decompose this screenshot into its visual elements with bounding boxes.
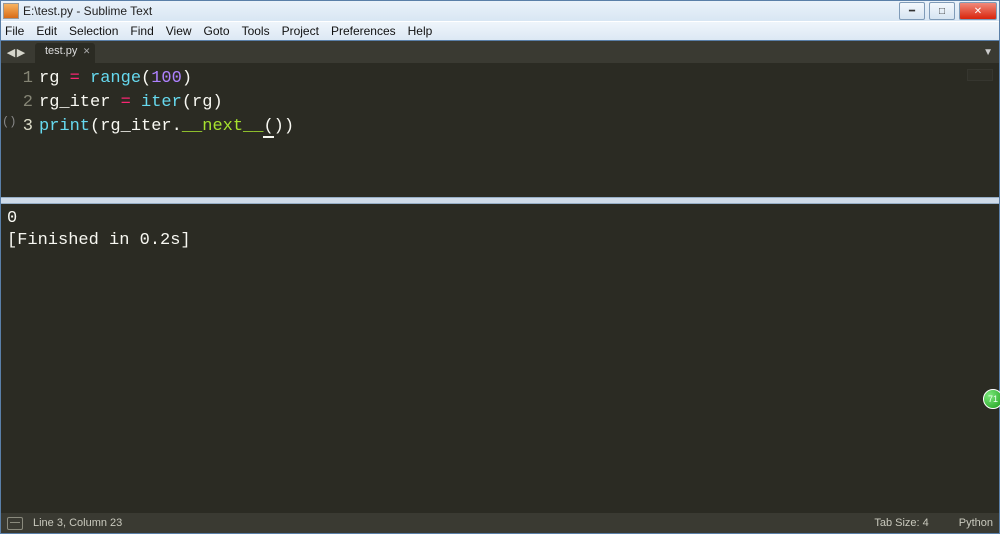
line-number: 2	[1, 91, 39, 115]
tab-close-icon[interactable]: ✕	[83, 46, 91, 57]
tab-testpy[interactable]: test.py ✕	[35, 43, 95, 63]
app-icon	[3, 3, 19, 19]
pane-splitter[interactable]	[1, 197, 999, 204]
token: (	[90, 117, 100, 136]
token: =	[70, 69, 80, 88]
editor-frame: ◀ ▶ test.py ✕ ▼ () 1 2 3 rg = range(100)…	[1, 40, 999, 533]
code-text[interactable]: rg = range(100) rg_iter = iter(rg) print…	[39, 63, 963, 197]
build-output[interactable]: 0 [Finished in 0.2s]	[1, 204, 999, 513]
minimize-button[interactable]: ━	[899, 2, 925, 20]
line-number: 1	[1, 67, 39, 91]
status-tab-size[interactable]: Tab Size: 4	[874, 517, 928, 529]
token: .	[172, 117, 182, 136]
panel-switch-icon[interactable]	[7, 517, 23, 530]
window-root: E:\test.py - Sublime Text ━ □ ✕ File Edi…	[0, 0, 1000, 534]
tab-nav-forward-icon[interactable]: ▶	[16, 46, 26, 59]
token: )	[212, 93, 222, 112]
tab-nav: ◀ ▶	[1, 41, 31, 63]
menu-selection[interactable]: Selection	[69, 24, 118, 38]
tab-nav-back-icon[interactable]: ◀	[6, 46, 16, 59]
token: print	[39, 117, 90, 136]
token	[80, 69, 90, 88]
token: rg_iter	[39, 93, 121, 112]
title-bar[interactable]: E:\test.py - Sublime Text ━ □ ✕	[1, 1, 999, 21]
menu-find[interactable]: Find	[130, 24, 153, 38]
token: =	[121, 93, 131, 112]
menu-help[interactable]: Help	[408, 24, 433, 38]
menu-edit[interactable]: Edit	[36, 24, 57, 38]
bracket-match-icon: ()	[2, 115, 16, 129]
menu-file[interactable]: File	[5, 24, 24, 38]
token: )	[274, 117, 284, 136]
token: (	[182, 93, 192, 112]
token: rg	[39, 69, 70, 88]
menu-view[interactable]: View	[166, 24, 192, 38]
minimap-viewport[interactable]	[967, 69, 993, 81]
minimap[interactable]	[963, 63, 999, 197]
tab-label: test.py	[45, 45, 77, 57]
token: (	[263, 117, 273, 138]
tab-bar: ◀ ▶ test.py ✕ ▼	[1, 41, 999, 63]
menu-bar: File Edit Selection Find View Goto Tools…	[1, 21, 999, 40]
token: )	[284, 117, 294, 136]
maximize-button[interactable]: □	[929, 2, 955, 20]
token: )	[182, 69, 192, 88]
token: range	[90, 69, 141, 88]
status-syntax[interactable]: Python	[959, 517, 993, 529]
window-buttons: ━ □ ✕	[897, 2, 999, 20]
token: __next__	[182, 117, 264, 136]
menu-preferences[interactable]: Preferences	[331, 24, 396, 38]
output-line: 0	[7, 209, 17, 228]
window-title: E:\test.py - Sublime Text	[23, 4, 897, 18]
code-area[interactable]: () 1 2 3 rg = range(100) rg_iter = iter(…	[1, 63, 999, 197]
close-button[interactable]: ✕	[959, 2, 997, 20]
menu-project[interactable]: Project	[282, 24, 319, 38]
token: (	[141, 69, 151, 88]
menu-goto[interactable]: Goto	[204, 24, 230, 38]
token: rg_iter	[100, 117, 171, 136]
status-position[interactable]: Line 3, Column 23	[33, 517, 122, 529]
token	[131, 93, 141, 112]
overlay-badge[interactable]: 71	[983, 389, 1000, 409]
menu-tools[interactable]: Tools	[242, 24, 270, 38]
status-bar: Line 3, Column 23 Tab Size: 4 Python	[1, 513, 999, 533]
overlay-badge-text: 71	[988, 394, 998, 404]
token: 100	[151, 69, 182, 88]
gutter: 1 2 3	[1, 63, 39, 197]
token: rg	[192, 93, 212, 112]
tab-overflow-icon[interactable]: ▼	[983, 47, 993, 58]
output-line: [Finished in 0.2s]	[7, 231, 191, 250]
token: iter	[141, 93, 182, 112]
